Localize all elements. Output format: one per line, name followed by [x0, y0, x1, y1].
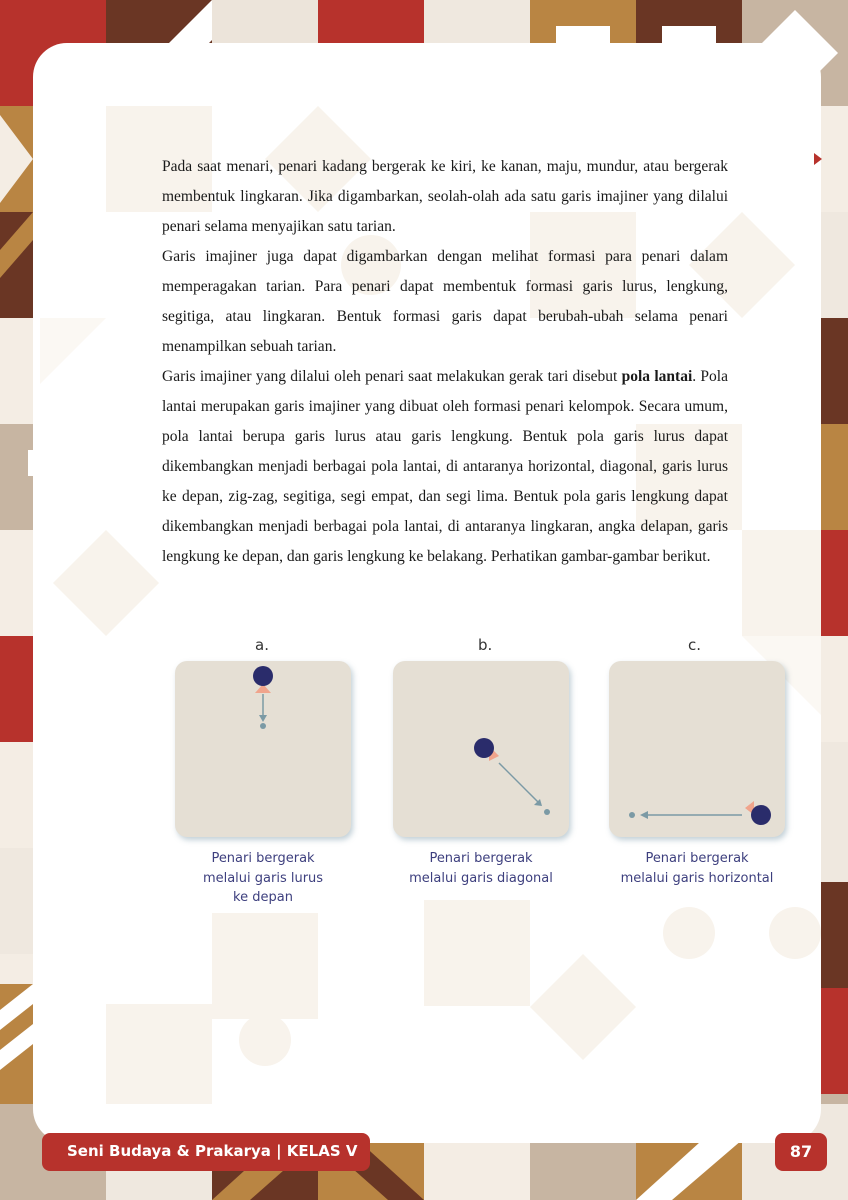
body-text: Pada saat menari, penari kadang bergerak…	[162, 152, 728, 572]
figure-b-diagram	[474, 738, 550, 815]
figure-a-caption: Penari bergerak melalui garis lurus ke d…	[163, 849, 363, 908]
dancer-dot-icon	[474, 738, 494, 758]
caption-line: melalui garis horizontal	[620, 870, 774, 886]
paragraph-3-start: Garis imajiner yang dilalui oleh penari …	[162, 368, 622, 385]
arrowhead-icon	[259, 715, 267, 722]
dancer-dot-icon	[751, 805, 771, 825]
figure-c-caption: Penari bergerak melalui garis horizontal	[597, 849, 797, 888]
figure-c-panel	[609, 661, 785, 837]
caption-line: ke depan	[233, 890, 293, 905]
figure-b-label: b.	[478, 636, 493, 654]
figure-a-panel	[175, 661, 351, 837]
figure-c-diagram	[629, 801, 771, 825]
figure-b-panel	[393, 661, 569, 837]
caption-line: Penari bergerak	[429, 851, 533, 866]
book-title-banner: Seni Budaya & Prakarya | KELAS V	[42, 1133, 370, 1171]
end-point	[629, 812, 635, 818]
end-point	[260, 723, 266, 729]
paragraph-3-end: . Pola lantai merupakan garis imajiner y…	[162, 368, 728, 565]
end-point	[544, 809, 550, 815]
page-number-badge: 87	[775, 1133, 827, 1171]
caption-line: melalui garis diagonal	[409, 870, 553, 886]
figure-b-caption: Penari bergerak melalui garis diagonal	[381, 849, 581, 888]
page-number: 87	[789, 1142, 813, 1161]
paragraph-3: Garis imajiner yang dilalui oleh penari …	[162, 362, 728, 572]
caption-line: Penari bergerak	[211, 851, 315, 866]
dancer-dot-icon	[253, 666, 273, 686]
figure-c-label: c.	[688, 636, 702, 654]
book-title: Seni Budaya & Prakarya | KELAS V	[67, 1142, 358, 1160]
red-triangle-icon	[814, 153, 822, 165]
figure-a-diagram	[253, 666, 273, 729]
arrowhead-icon	[640, 811, 648, 819]
paragraph-2: Garis imajiner juga dapat digambarkan de…	[162, 248, 728, 355]
figure-a-label: a.	[255, 636, 269, 654]
term-pola-lantai: pola lantai	[621, 368, 693, 385]
paragraph-1: Pada saat menari, penari kadang bergerak…	[162, 158, 728, 235]
caption-line: melalui garis lurus	[202, 870, 324, 886]
caption-line: Penari bergerak	[645, 851, 749, 866]
path-line	[498, 762, 541, 805]
